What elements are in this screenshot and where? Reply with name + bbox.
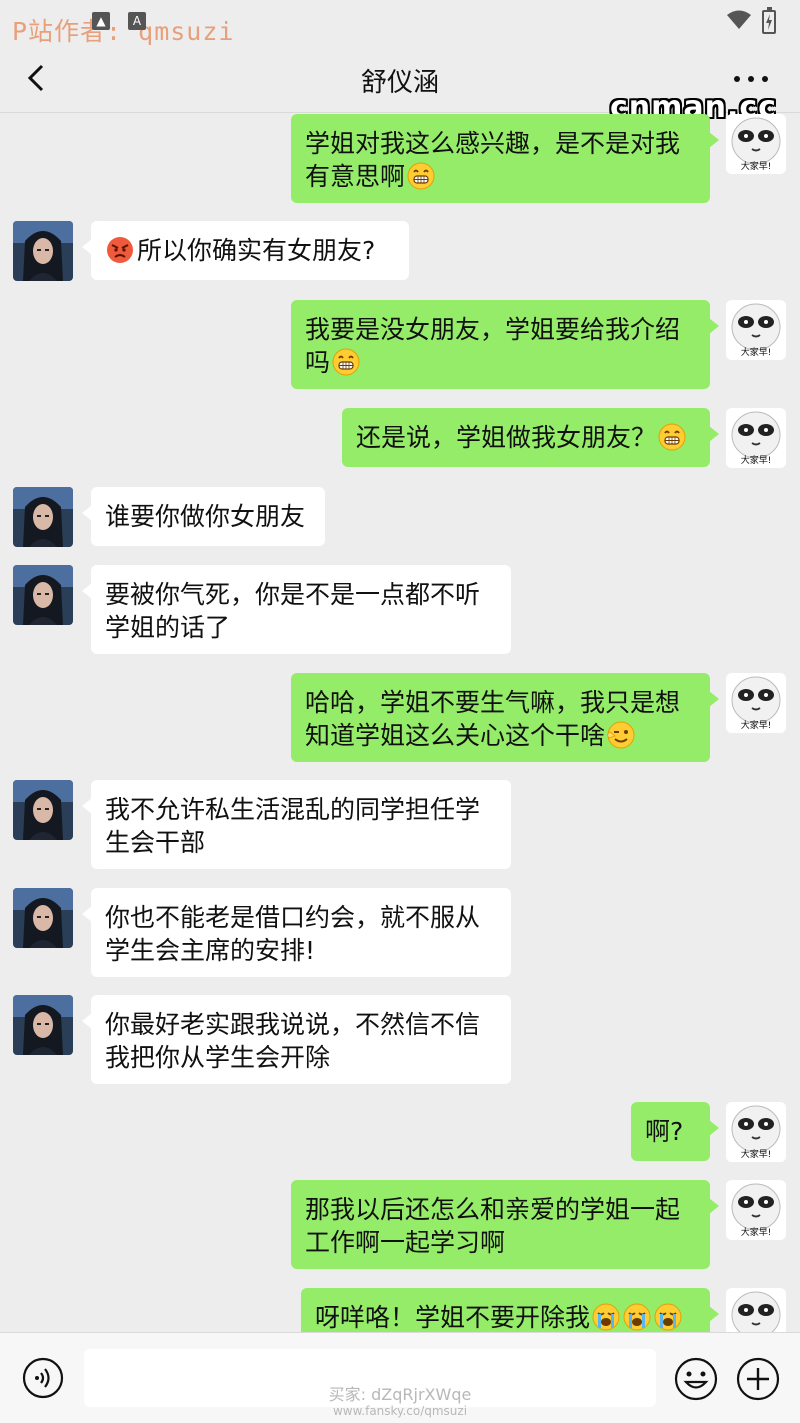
message-text: 我要是没女朋友，学姐要给我介绍吗 bbox=[305, 315, 681, 377]
message-text: 啊? bbox=[645, 1117, 684, 1146]
grin-emoji-icon bbox=[331, 347, 361, 377]
message-text: 那我以后还怎么和亲爱的学姐一起工作啊一起学习啊 bbox=[305, 1195, 681, 1257]
avatar-caption: 大家早! bbox=[740, 162, 772, 172]
message-bubble-outgoing[interactable]: 还是说，学姐做我女朋友？ bbox=[342, 408, 719, 467]
wifi-icon bbox=[727, 10, 751, 29]
message-bubble-outgoing[interactable]: 那我以后还怎么和亲爱的学姐一起工作啊一起学习啊 bbox=[291, 1180, 719, 1269]
avatar-contact[interactable] bbox=[13, 888, 73, 948]
message-bubble-incoming[interactable]: 所以你确实有女朋友? bbox=[82, 221, 409, 280]
avatar-self[interactable]: 大家早! bbox=[726, 408, 786, 468]
a-icon: A bbox=[128, 12, 146, 30]
meme-face-icon bbox=[726, 1288, 786, 1332]
message-text: 你最好老实跟我说说，不然信不信我把你从学生会开除 bbox=[105, 1010, 481, 1072]
avatar-contact[interactable] bbox=[13, 780, 73, 840]
message-bubble-outgoing[interactable]: 啊? bbox=[631, 1102, 719, 1161]
grin-emoji-icon bbox=[406, 161, 436, 191]
watermark-bottom-url: www.fansky.co/qmsuzi bbox=[332, 1404, 468, 1418]
battery-charging-icon bbox=[762, 7, 776, 34]
cry-emoji-icon bbox=[591, 1302, 621, 1332]
avatar-self[interactable]: 大家早! bbox=[726, 1180, 786, 1240]
message-bubble-incoming[interactable]: 我不允许私生活混乱的同学担任学生会干部 bbox=[82, 780, 511, 869]
contact-portrait-icon bbox=[13, 565, 73, 625]
avatar-contact[interactable] bbox=[13, 565, 73, 625]
watermark-bottom-buyer: 买家: dZqRjrXWqe bbox=[328, 1385, 472, 1404]
status-bar: P站作者: qmsuzi ▲ A bbox=[0, 0, 800, 46]
avatar-caption: 大家早! bbox=[740, 721, 772, 731]
message-text: 学姐对我这么感兴趣，是不是对我有意思啊 bbox=[305, 129, 681, 191]
grin-emoji-icon bbox=[657, 422, 687, 452]
contact-portrait-icon bbox=[13, 221, 73, 281]
cry-emoji-icon bbox=[622, 1302, 652, 1332]
message-list[interactable]: 学姐对我这么感兴趣，是不是对我有意思啊 大家早! 所以你确实有女朋友? 我要是没… bbox=[0, 113, 800, 1332]
cry-emoji-icon bbox=[653, 1302, 683, 1332]
avatar-self[interactable] bbox=[726, 1288, 786, 1332]
avatar-self[interactable]: 大家早! bbox=[726, 673, 786, 733]
message-bubble-incoming[interactable]: 谁要你做你女朋友 bbox=[82, 487, 325, 546]
message-bubble-outgoing[interactable]: 哈哈，学姐不要生气嘛，我只是想知道学姐这么关心这个干啥 bbox=[291, 673, 719, 762]
wink-emoji-icon bbox=[606, 720, 636, 750]
message-text: 谁要你做你女朋友 bbox=[105, 502, 306, 531]
avatar-contact[interactable] bbox=[13, 221, 73, 281]
avatar-caption: 大家早! bbox=[740, 348, 772, 358]
avatar-contact[interactable] bbox=[13, 995, 73, 1055]
avatar-self[interactable]: 大家早! bbox=[726, 1102, 786, 1162]
avatar-self[interactable]: 大家早! bbox=[726, 300, 786, 360]
message-bubble-outgoing[interactable]: 学姐对我这么感兴趣，是不是对我有意思啊 bbox=[291, 114, 719, 203]
message-bubble-outgoing[interactable]: 我要是没女朋友，学姐要给我介绍吗 bbox=[291, 300, 719, 389]
message-text: 所以你确实有女朋友? bbox=[137, 236, 376, 265]
avatar-caption: 大家早! bbox=[740, 1150, 772, 1160]
watermark-top-left: P站作者: qmsuzi bbox=[12, 17, 235, 46]
message-text: 要被你气死，你是不是一点都不听学姐的话了 bbox=[105, 580, 481, 642]
avatar-self[interactable]: 大家早! bbox=[726, 114, 786, 174]
contact-portrait-icon bbox=[13, 780, 73, 840]
message-text: 你也不能老是借口约会，就不服从学生会主席的安排! bbox=[105, 903, 481, 965]
message-text: 还是说，学姐做我女朋友？ bbox=[356, 423, 657, 452]
message-bubble-incoming[interactable]: 你也不能老是借口约会，就不服从学生会主席的安排! bbox=[82, 888, 511, 977]
avatar-caption: 大家早! bbox=[740, 456, 772, 466]
message-text: 呀咩咯！学姐不要开除我 bbox=[315, 1303, 591, 1332]
angry-emoji-icon bbox=[105, 235, 135, 265]
image-icon: ▲ bbox=[92, 12, 110, 30]
contact-portrait-icon bbox=[13, 888, 73, 948]
contact-portrait-icon bbox=[13, 487, 73, 547]
message-bubble-outgoing[interactable]: 呀咩咯！学姐不要开除我 bbox=[301, 1288, 719, 1332]
avatar-contact[interactable] bbox=[13, 487, 73, 547]
chat-header: 舒仪涵 cnman.cc bbox=[0, 46, 800, 125]
more-dots-icon[interactable] bbox=[734, 76, 770, 90]
message-bubble-incoming[interactable]: 你最好老实跟我说说，不然信不信我把你从学生会开除 bbox=[82, 995, 511, 1084]
avatar-caption: 大家早! bbox=[740, 1228, 772, 1238]
contact-portrait-icon bbox=[13, 995, 73, 1055]
message-bubble-incoming[interactable]: 要被你气死，你是不是一点都不听学姐的话了 bbox=[82, 565, 511, 654]
message-text: 我不允许私生活混乱的同学担任学生会干部 bbox=[105, 795, 481, 857]
